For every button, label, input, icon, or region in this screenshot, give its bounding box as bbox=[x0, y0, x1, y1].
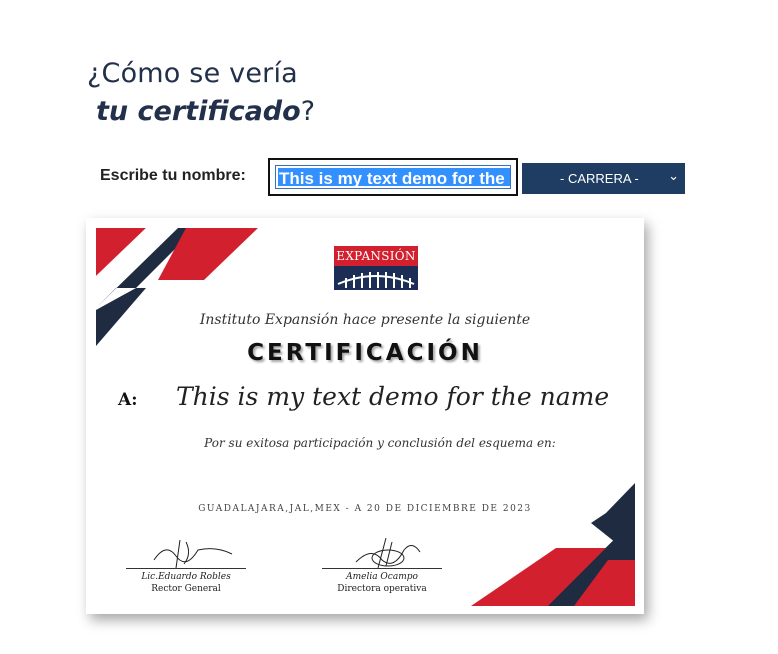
signature-line bbox=[322, 568, 442, 569]
signature-icon bbox=[355, 537, 421, 569]
institution-line: Instituto Expansión hace presente la sig… bbox=[199, 312, 531, 328]
signer-role: Rector General bbox=[151, 584, 221, 594]
recipient-label: A: bbox=[118, 390, 138, 410]
recipient-name: This is my text demo for the name bbox=[176, 382, 610, 411]
career-select[interactable]: - CARRERA - ⌄ bbox=[522, 163, 685, 194]
signer-name: Amelia Ocampo bbox=[346, 572, 418, 582]
place-date: GUADALAJARA,JAL,MEX - A 20 DE DICIEMBRE … bbox=[198, 504, 532, 514]
certificate-title: CERTIFICACIÓN bbox=[247, 340, 483, 366]
participation-line: Por su exitosa participación y conclusió… bbox=[204, 436, 556, 450]
page-heading-line1: ¿Cómo se vería bbox=[87, 58, 298, 89]
certificate-preview: EXPANSIÓN Instituto Expansión hace prese… bbox=[86, 218, 644, 614]
page-heading-line2: tu certificado? bbox=[96, 96, 315, 127]
name-input-value: This is my text demo for the name bbox=[278, 168, 510, 188]
expansion-logo: EXPANSIÓN bbox=[334, 246, 418, 294]
signature-line bbox=[126, 568, 246, 569]
name-input-field[interactable]: This is my text demo for the name bbox=[275, 165, 511, 189]
name-label: Escribe tu nombre: bbox=[100, 167, 246, 184]
bridge-icon bbox=[334, 266, 418, 290]
signer-name: Lic.Eduardo Robles bbox=[141, 572, 231, 582]
name-input[interactable]: This is my text demo for the name bbox=[268, 158, 518, 196]
signer-role: Directora operativa bbox=[337, 584, 427, 594]
signature-icon bbox=[153, 539, 233, 569]
career-select-value: - CARRERA - bbox=[560, 171, 639, 186]
chevron-down-icon: ⌄ bbox=[668, 168, 679, 183]
heading-suffix: ? bbox=[300, 96, 316, 127]
logo-text: EXPANSIÓN bbox=[334, 246, 418, 266]
heading-emphasis: tu certificado bbox=[96, 96, 301, 127]
